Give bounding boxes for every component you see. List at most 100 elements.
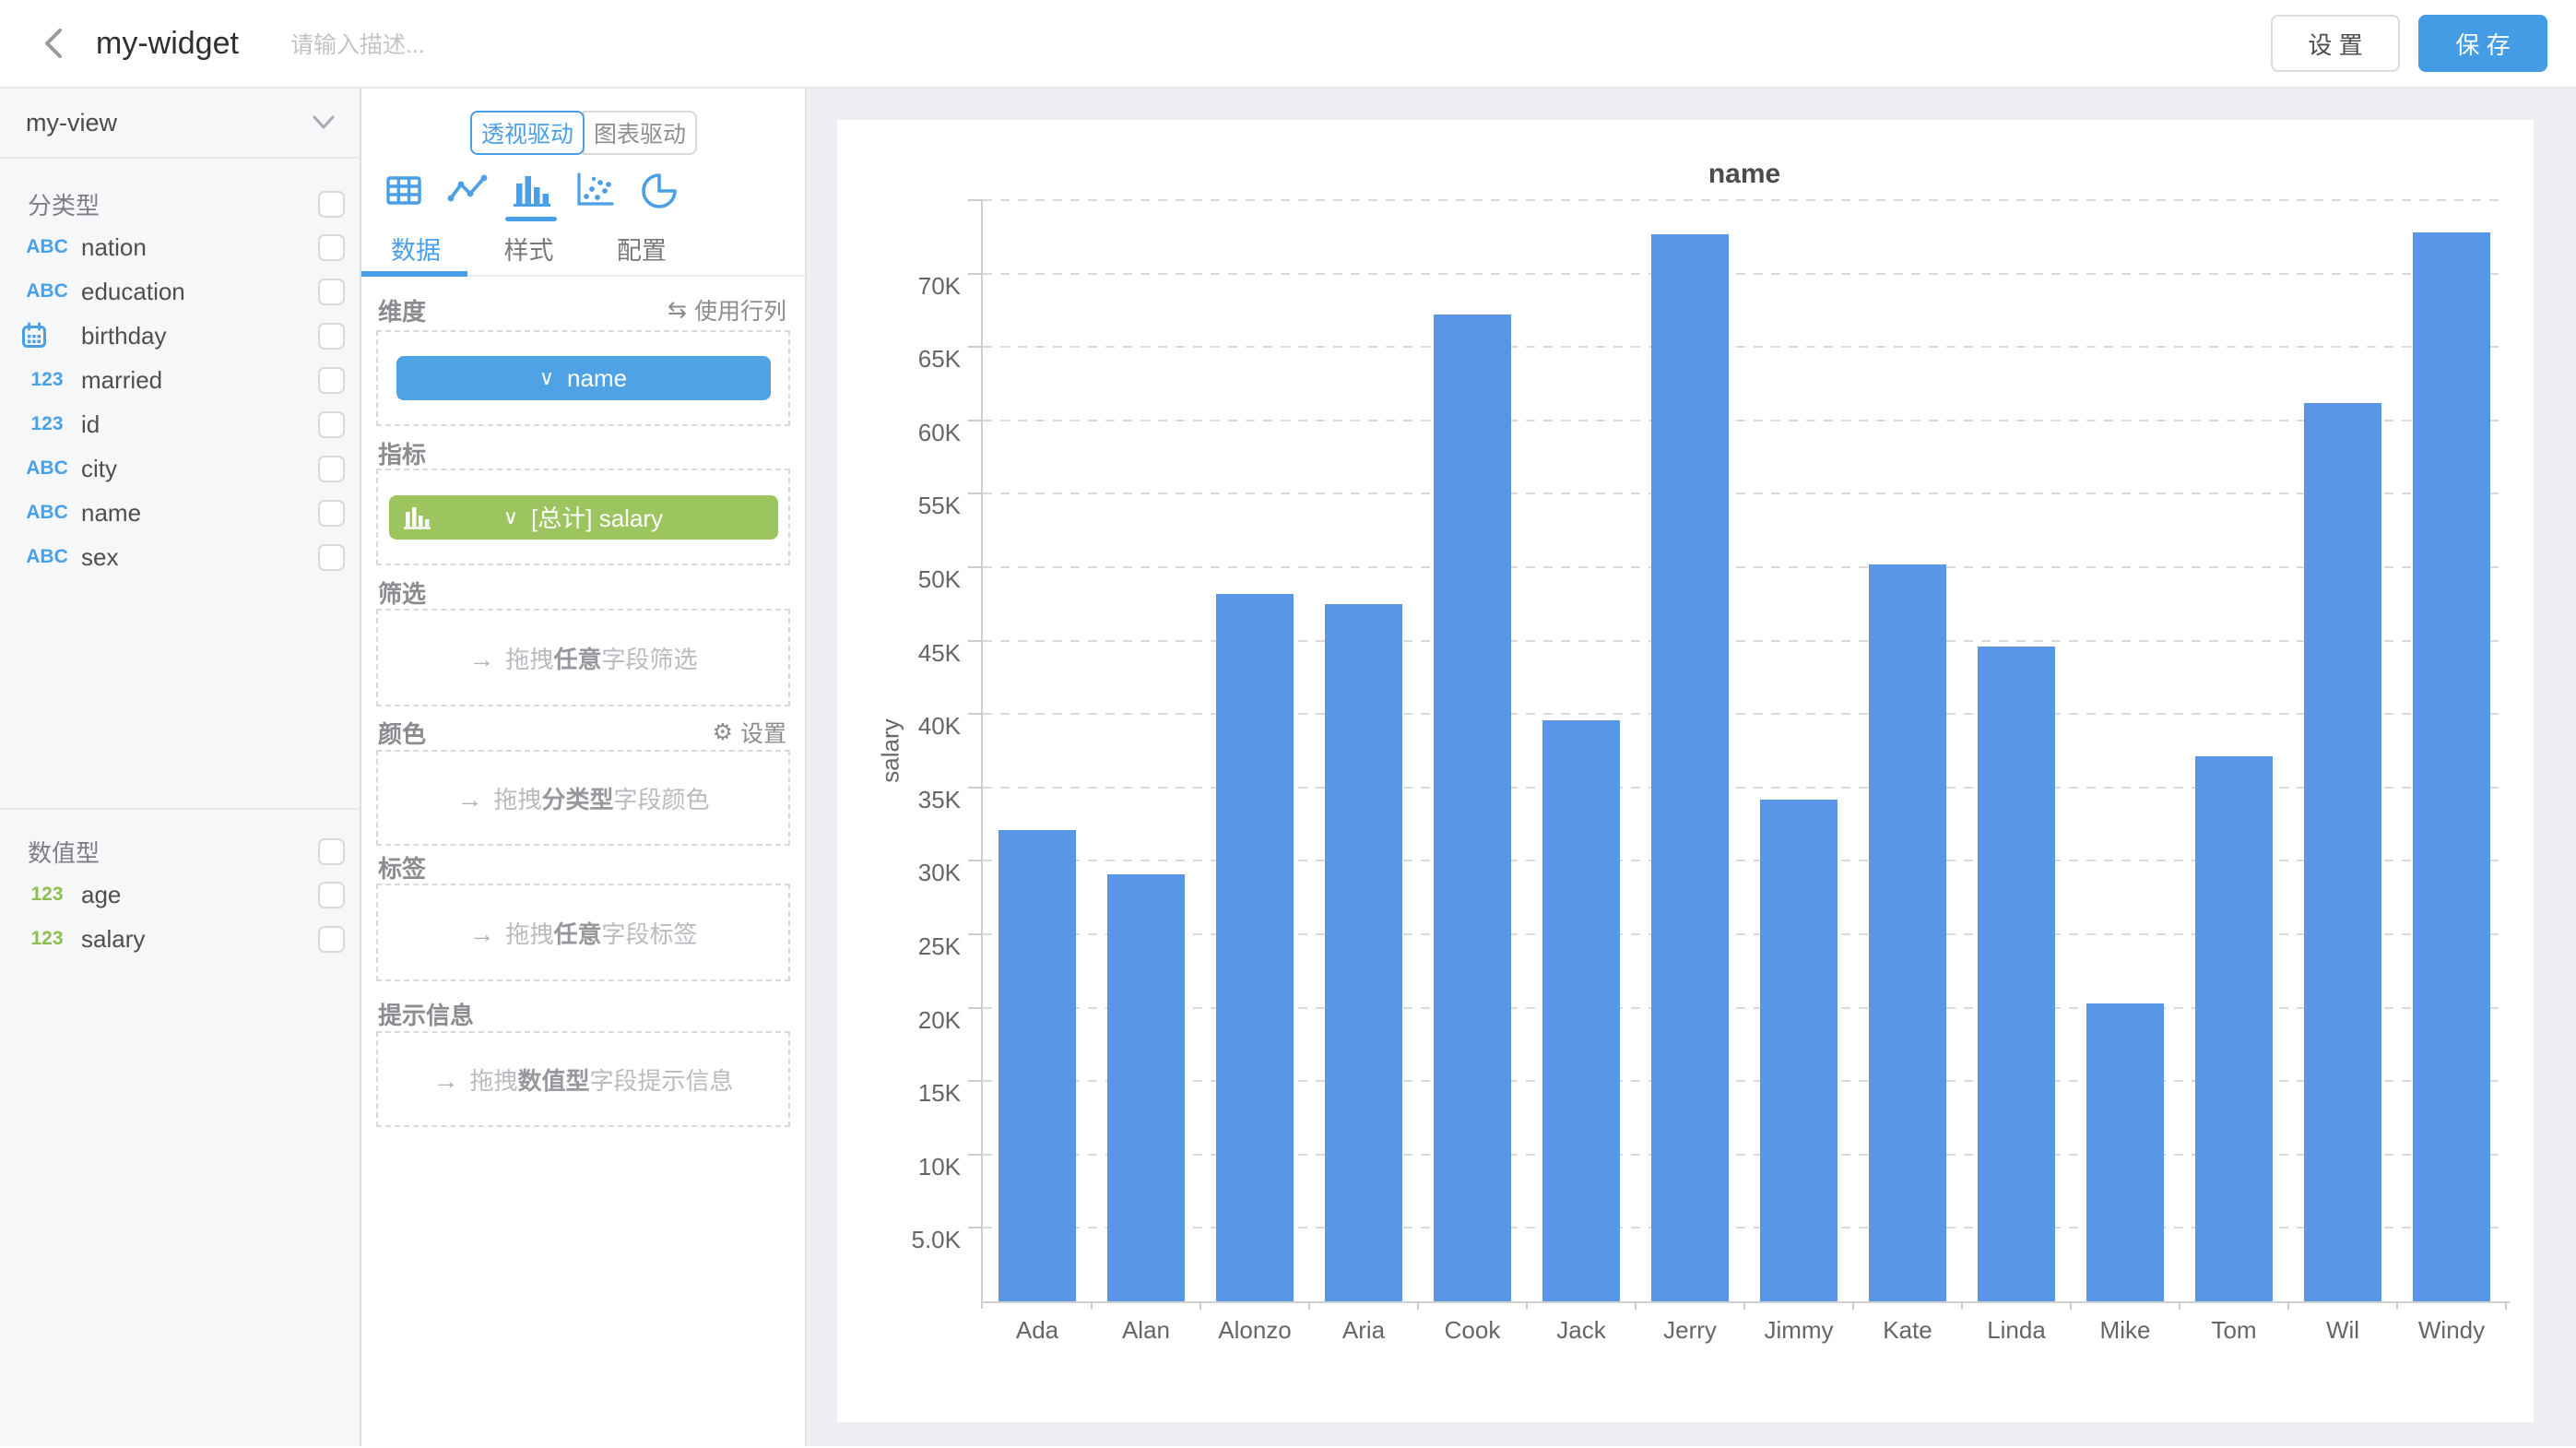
description-input[interactable]: 请输入描述... bbox=[290, 27, 425, 60]
pie-chart-icon[interactable] bbox=[636, 170, 680, 210]
field-row-name[interactable]: ABCname bbox=[0, 491, 360, 535]
bar-cell bbox=[1853, 200, 1962, 1301]
bar-Jack[interactable] bbox=[1542, 720, 1621, 1301]
chart-config-panel: 透视驱动 图表驱动 数据 样式 配置 bbox=[361, 89, 807, 1446]
line-chart-icon[interactable] bbox=[445, 170, 490, 210]
bar-Windy[interactable] bbox=[2413, 232, 2491, 1301]
back-button[interactable] bbox=[35, 25, 72, 62]
bar-cell bbox=[1962, 200, 2071, 1301]
field-checkbox[interactable] bbox=[318, 323, 345, 350]
dimension-dropzone[interactable]: ∨ name bbox=[376, 330, 790, 426]
tab-config[interactable]: 配置 bbox=[617, 231, 667, 271]
abc-icon: ABC bbox=[20, 457, 74, 480]
field-row-birthday[interactable]: birthday bbox=[0, 314, 360, 358]
y-axis-tick bbox=[968, 787, 983, 789]
abc-icon: ABC bbox=[20, 502, 74, 524]
settings-button[interactable]: 设 置 bbox=[2271, 15, 2400, 72]
bar-Alonzo[interactable] bbox=[1216, 594, 1294, 1301]
bar-Tom[interactable] bbox=[2195, 756, 2274, 1301]
y-axis-tick-label: 5.0K bbox=[789, 1226, 961, 1253]
scatter-icon[interactable] bbox=[573, 170, 617, 210]
calendar-icon bbox=[20, 322, 74, 350]
abc-icon: ABC bbox=[20, 280, 74, 303]
field-checkbox[interactable] bbox=[318, 411, 345, 438]
y-axis-tick-label: 25K bbox=[789, 932, 961, 960]
section-checkbox[interactable] bbox=[318, 191, 345, 218]
dimension-pill[interactable]: ∨ name bbox=[396, 356, 771, 400]
color-dropzone[interactable]: →拖拽分类型字段颜色 bbox=[376, 750, 790, 846]
number-icon: 123 bbox=[20, 413, 74, 435]
bar-Jerry[interactable] bbox=[1651, 234, 1730, 1301]
bar-cell bbox=[2180, 200, 2288, 1301]
view-selector[interactable]: my-view bbox=[0, 89, 360, 159]
field-checkbox[interactable] bbox=[318, 234, 345, 261]
color-settings-action[interactable]: ⚙ 设置 bbox=[713, 716, 786, 749]
tab-style[interactable]: 样式 bbox=[503, 231, 553, 271]
y-axis-tick-label: 15K bbox=[789, 1079, 961, 1107]
y-axis-tick bbox=[968, 273, 983, 275]
x-axis-tick bbox=[1635, 1301, 1637, 1310]
chart-title: name bbox=[983, 159, 2506, 190]
bar-Mike[interactable] bbox=[2086, 1003, 2165, 1301]
field-row-married[interactable]: 123married bbox=[0, 358, 360, 402]
y-axis-tick bbox=[968, 1007, 983, 1009]
metric-dropzone[interactable]: ∨ [总计] salary bbox=[376, 469, 790, 565]
bar-cell bbox=[1744, 200, 1853, 1301]
bar-Aria[interactable] bbox=[1325, 604, 1403, 1301]
bar-Alan[interactable] bbox=[1107, 874, 1186, 1301]
use-rows-cols-action[interactable]: ⇆ 使用行列 bbox=[668, 293, 786, 326]
field-checkbox[interactable] bbox=[318, 456, 345, 482]
y-axis-tick bbox=[968, 860, 983, 861]
x-axis-label: Wil bbox=[2288, 1316, 2397, 1345]
panel-tabs: 数据 样式 配置 bbox=[361, 231, 805, 277]
tooltip-dropzone[interactable]: →拖拽数值型字段提示信息 bbox=[376, 1031, 790, 1127]
field-checkbox[interactable] bbox=[318, 926, 345, 953]
sidebar-section: 数值型123age123salary bbox=[0, 808, 360, 961]
field-checkbox[interactable] bbox=[318, 500, 345, 527]
section-checkbox[interactable] bbox=[318, 838, 345, 865]
field-row-sex[interactable]: ABCsex bbox=[0, 535, 360, 579]
field-row-nation[interactable]: ABCnation bbox=[0, 225, 360, 269]
number-icon: 123 bbox=[20, 928, 74, 950]
bar-cell bbox=[1527, 200, 1636, 1301]
y-axis-tick-label: 20K bbox=[789, 1006, 961, 1034]
field-row-id[interactable]: 123id bbox=[0, 402, 360, 446]
bar-Linda[interactable] bbox=[1978, 647, 2056, 1301]
field-row-salary[interactable]: 123salary bbox=[0, 917, 360, 961]
field-checkbox[interactable] bbox=[318, 544, 345, 571]
chart-type-toolbar bbox=[382, 170, 680, 210]
mode-tab-pivot[interactable]: 透视驱动 bbox=[470, 111, 585, 155]
bar-Kate[interactable] bbox=[1869, 564, 1947, 1301]
label-dropzone[interactable]: →拖拽任意字段标签 bbox=[376, 884, 790, 981]
x-axis-label: Jack bbox=[1527, 1316, 1636, 1345]
bar-chart-icon[interactable] bbox=[509, 170, 553, 210]
field-label: city bbox=[81, 455, 117, 483]
table-icon[interactable] bbox=[382, 170, 426, 210]
mode-switch: 透视驱动 图表驱动 bbox=[470, 111, 697, 155]
x-axis-label: Aria bbox=[1309, 1316, 1418, 1345]
mode-tab-chart[interactable]: 图表驱动 bbox=[583, 111, 697, 155]
x-axis-label: Alonzo bbox=[1200, 1316, 1309, 1345]
field-checkbox[interactable] bbox=[318, 279, 345, 305]
tab-data[interactable]: 数据 bbox=[391, 231, 441, 271]
swap-icon: ⇆ bbox=[668, 296, 687, 324]
bar-cell bbox=[1418, 200, 1527, 1301]
bar-Wil[interactable] bbox=[2304, 403, 2382, 1301]
y-axis-tick bbox=[968, 346, 983, 348]
field-row-age[interactable]: 123age bbox=[0, 872, 360, 917]
bar-Cook[interactable] bbox=[1434, 315, 1512, 1301]
field-checkbox[interactable] bbox=[318, 367, 345, 394]
bar-Ada[interactable] bbox=[998, 830, 1077, 1301]
widget-title: my-widget bbox=[96, 26, 239, 62]
field-row-city[interactable]: ABC city bbox=[0, 446, 360, 491]
save-button[interactable]: 保 存 bbox=[2418, 15, 2547, 72]
y-axis-tick-label: 50K bbox=[789, 565, 961, 593]
filter-dropzone[interactable]: →拖拽任意字段筛选 bbox=[376, 609, 790, 706]
y-axis-tick-label: 35K bbox=[789, 786, 961, 813]
metric-pill[interactable]: ∨ [总计] salary bbox=[389, 495, 778, 540]
sidebar-section-label: 数值型 bbox=[28, 835, 100, 869]
bar-cell bbox=[2071, 200, 2180, 1301]
field-checkbox[interactable] bbox=[318, 882, 345, 908]
bar-Jimmy[interactable] bbox=[1760, 800, 1838, 1301]
field-row-education[interactable]: ABCeducation bbox=[0, 269, 360, 314]
